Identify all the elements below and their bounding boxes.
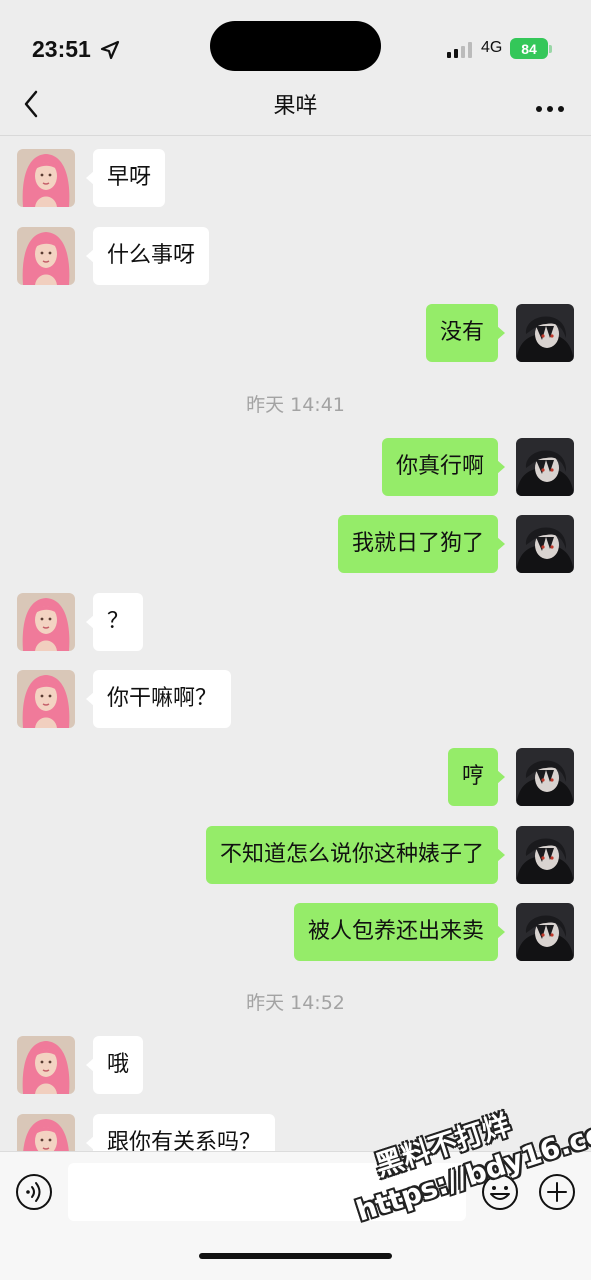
self-avatar[interactable] <box>516 304 574 362</box>
message-bubble-sent[interactable]: 没有 <box>425 304 506 362</box>
contact-avatar[interactable] <box>17 670 75 728</box>
message-bubble-received[interactable]: 早呀 <box>85 149 166 207</box>
status-bar: 23:51 4G 84 <box>0 0 591 80</box>
dynamic-island <box>210 21 381 71</box>
self-avatar[interactable] <box>516 438 574 496</box>
message-bubble-sent[interactable]: 你真行啊 <box>381 438 506 496</box>
message-timestamp: 昨天 14:52 <box>246 992 345 1014</box>
contact-avatar[interactable] <box>17 593 75 651</box>
message-bubble-sent[interactable]: 不知道怎么说你这种婊子了 <box>205 826 506 884</box>
network-label: 4G <box>481 39 503 56</box>
home-indicator <box>199 1253 392 1259</box>
message-bubble-received[interactable]: 跟你有关系吗？ <box>85 1114 276 1151</box>
self-avatar[interactable] <box>516 826 574 884</box>
location-arrow-icon <box>100 40 120 60</box>
message-input[interactable] <box>68 1163 466 1221</box>
message-bubble-received[interactable]: ？ <box>85 593 144 651</box>
nav-bar: 果咩 <box>0 80 591 136</box>
input-bar <box>0 1151 591 1280</box>
plus-icon[interactable] <box>538 1173 576 1211</box>
battery-icon: 84 <box>510 38 548 59</box>
contact-avatar[interactable] <box>17 149 75 207</box>
message-bubble-sent[interactable]: 我就日了狗了 <box>337 515 506 573</box>
voice-icon[interactable] <box>15 1173 53 1211</box>
self-avatar[interactable] <box>516 748 574 806</box>
emoji-icon[interactable] <box>481 1173 519 1211</box>
contact-avatar[interactable] <box>17 1114 75 1151</box>
chat-messages[interactable]: 早呀 什么事呀 没有 昨天 14:41 你真行啊 我就日了狗了 ？ 你干嘛啊？ … <box>0 137 591 1151</box>
message-bubble-received[interactable]: 哦 <box>85 1036 144 1094</box>
message-bubble-sent[interactable]: 哼 <box>447 748 506 806</box>
message-bubble-received[interactable]: 什么事呀 <box>85 227 210 285</box>
message-timestamp: 昨天 14:41 <box>246 394 345 416</box>
battery-level: 84 <box>521 40 537 57</box>
self-avatar[interactable] <box>516 903 574 961</box>
contact-avatar[interactable] <box>17 227 75 285</box>
self-avatar[interactable] <box>516 515 574 573</box>
battery-tip <box>549 45 552 53</box>
chat-title: 果咩 <box>273 94 318 119</box>
more-dots-icon[interactable] <box>530 88 570 118</box>
signal-icon <box>447 42 472 58</box>
message-bubble-received[interactable]: 你干嘛啊？ <box>85 670 232 728</box>
message-bubble-sent[interactable]: 被人包养还出来卖 <box>293 903 506 961</box>
contact-avatar[interactable] <box>17 1036 75 1094</box>
status-time: 23:51 <box>32 36 91 62</box>
